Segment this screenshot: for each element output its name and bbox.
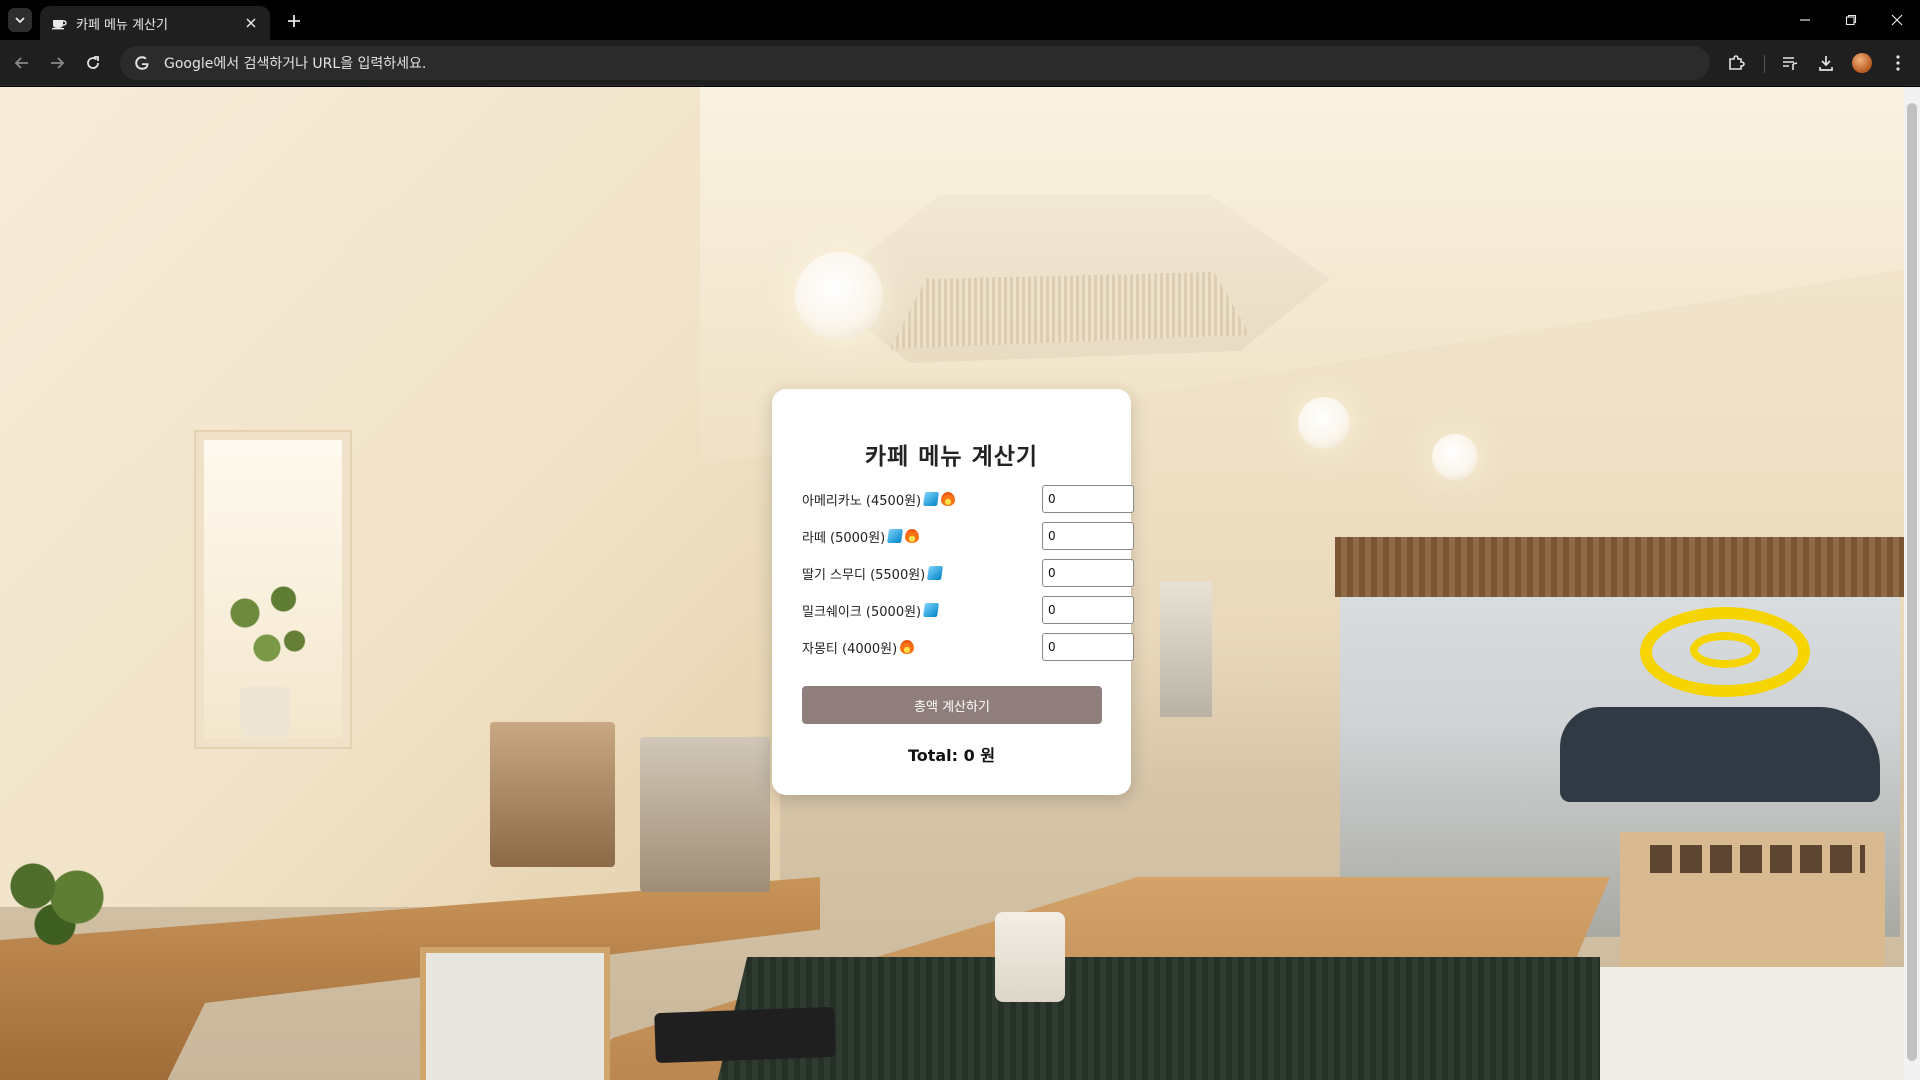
menu-item-label: 라떼 (5000원) xyxy=(802,530,886,546)
menu-item-americano: 아메리카노 (4500원) xyxy=(802,485,1134,513)
ice-cube-icon xyxy=(923,492,940,506)
scrollbar-thumb[interactable] xyxy=(1907,103,1917,1061)
quantity-input-grapefruit-tea[interactable] xyxy=(1042,633,1134,661)
menu-item-latte: 라떼 (5000원) xyxy=(802,522,1134,550)
new-tab-button[interactable] xyxy=(282,9,306,33)
quantity-input-latte[interactable] xyxy=(1042,522,1134,550)
calculator-card: 카페 메뉴 계산기 아메리카노 (4500원) 라떼 (5000원) 딸기 스무… xyxy=(772,389,1134,795)
quantity-input-strawberry-smoothie[interactable] xyxy=(1042,559,1134,587)
menu-item-strawberry-smoothie: 딸기 스무디 (5500원) xyxy=(802,559,1134,587)
tab-title: 카페 메뉴 계산기 xyxy=(76,17,168,33)
menu-item-milkshake: 밀크쉐이크 (5000원) xyxy=(802,596,1134,624)
menu-item-label: 밀크쉐이크 (5000원) xyxy=(802,604,922,620)
restore-button[interactable] xyxy=(1828,0,1874,40)
ice-cube-icon xyxy=(927,566,944,580)
active-tab[interactable]: 카페 메뉴 계산기 xyxy=(40,6,270,40)
toolbar-divider xyxy=(1764,55,1765,73)
close-tab-icon[interactable] xyxy=(242,14,260,32)
coffee-cup-icon xyxy=(50,14,68,32)
fire-icon xyxy=(900,640,915,654)
browser-menu-button[interactable] xyxy=(1884,49,1912,77)
quantity-input-americano[interactable] xyxy=(1042,485,1134,513)
calculate-total-button[interactable]: 총액 계산하기 xyxy=(802,686,1102,724)
playlist-icon xyxy=(1783,57,1798,70)
address-bar[interactable]: Google에서 검색하거나 URL을 입력하세요. xyxy=(120,46,1710,80)
chevron-down-icon xyxy=(15,17,25,24)
minimize-icon xyxy=(1800,19,1810,21)
downloads-button[interactable] xyxy=(1812,49,1840,77)
ice-cube-icon xyxy=(887,529,904,543)
close-window-button[interactable] xyxy=(1874,0,1920,40)
close-icon xyxy=(1891,14,1903,26)
avatar xyxy=(1852,53,1872,73)
restore-icon xyxy=(1845,14,1857,26)
page-title: 카페 메뉴 계산기 xyxy=(864,444,1039,470)
back-button[interactable] xyxy=(8,49,36,77)
page-viewport: 카페 메뉴 계산기 아메리카노 (4500원) 라떼 (5000원) 딸기 스무… xyxy=(0,87,1904,1080)
menu-item-grapefruit-tea: 자몽티 (4000원) xyxy=(802,633,1134,661)
more-vertical-icon xyxy=(1896,55,1900,71)
menu-item-label: 딸기 스무디 (5500원) xyxy=(802,567,926,583)
plus-icon xyxy=(288,15,300,27)
browser-toolbar: Google에서 검색하거나 URL을 입력하세요. xyxy=(0,40,1920,86)
minimize-button[interactable] xyxy=(1782,0,1828,40)
total-display: Total: 0 원 xyxy=(907,746,996,765)
ice-cube-icon xyxy=(923,603,940,617)
tab-search-button[interactable] xyxy=(8,8,32,32)
profile-button[interactable] xyxy=(1848,49,1876,77)
tab-strip: 카페 메뉴 계산기 xyxy=(0,0,1920,40)
arrow-left-icon xyxy=(14,57,28,69)
puzzle-piece-icon xyxy=(1729,55,1745,70)
download-icon xyxy=(1819,56,1833,71)
reload-icon xyxy=(87,56,99,69)
google-g-icon xyxy=(132,53,152,73)
forward-button[interactable] xyxy=(43,49,71,77)
menu-item-label: 자몽티 (4000원) xyxy=(802,641,898,657)
media-controls-button[interactable] xyxy=(1776,49,1804,77)
arrow-right-icon xyxy=(51,57,65,69)
fire-icon xyxy=(941,492,956,506)
extensions-button[interactable] xyxy=(1722,49,1750,77)
reload-button[interactable] xyxy=(79,49,107,77)
fire-icon xyxy=(905,529,920,543)
page-scrollbar[interactable] xyxy=(1904,87,1920,1080)
address-bar-placeholder: Google에서 검색하거나 URL을 입력하세요. xyxy=(164,56,427,72)
menu-item-label: 아메리카노 (4500원) xyxy=(802,493,922,509)
quantity-input-milkshake[interactable] xyxy=(1042,596,1134,624)
